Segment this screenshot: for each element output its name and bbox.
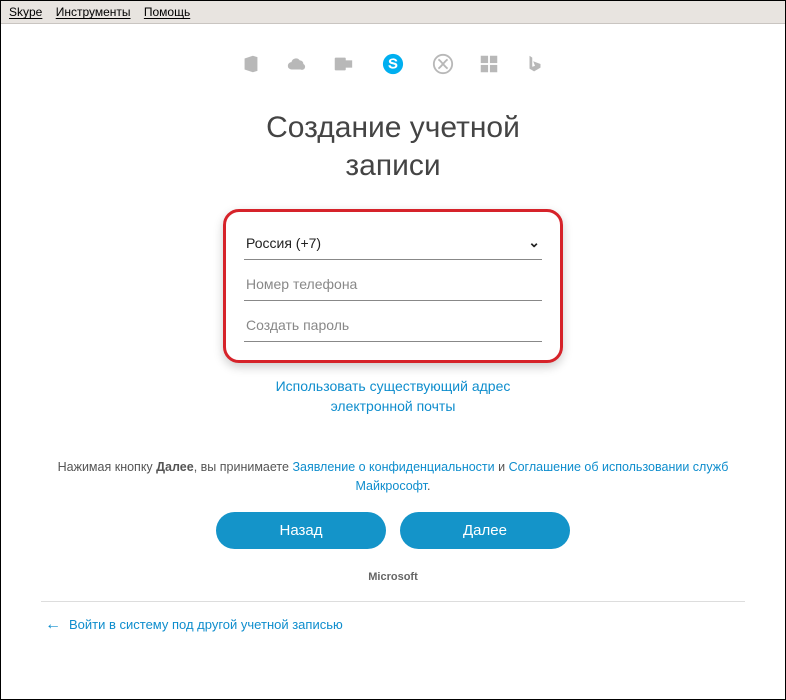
terms-text: Нажимая кнопку Далее, вы принимаете Заяв… xyxy=(41,458,745,496)
windows-icon xyxy=(478,53,500,75)
chevron-down-icon: ⌄ xyxy=(528,234,540,251)
menu-tools[interactable]: Инструменты xyxy=(56,5,131,19)
menu-help[interactable]: Помощь xyxy=(144,5,190,19)
xbox-icon xyxy=(432,53,454,75)
back-button[interactable]: Назад xyxy=(216,512,386,549)
password-field-wrapper xyxy=(244,309,542,342)
next-button[interactable]: Далее xyxy=(400,512,570,549)
menubar: Skype Инструменты Помощь xyxy=(1,1,785,24)
onedrive-icon xyxy=(286,53,308,75)
main-content: Создание учетной записи Россия (+7) ⌄ Ис… xyxy=(1,24,785,698)
microsoft-brand: Microsoft xyxy=(41,571,745,583)
arrow-left-icon: ← xyxy=(45,616,61,634)
menu-skype[interactable]: Skype xyxy=(9,5,42,19)
phone-field-wrapper xyxy=(244,268,542,301)
country-select[interactable]: Россия (+7) ⌄ xyxy=(244,226,542,260)
use-email-link[interactable]: Использовать существующий адрес электрон… xyxy=(41,377,745,416)
service-icons-row xyxy=(41,49,745,79)
switch-account-link[interactable]: ← Войти в систему под другой учетной зап… xyxy=(41,602,745,648)
office-icon xyxy=(240,53,262,75)
button-row: Назад Далее xyxy=(41,512,745,549)
phone-input[interactable] xyxy=(246,276,540,292)
signup-form: Россия (+7) ⌄ xyxy=(223,209,563,363)
password-input[interactable] xyxy=(246,317,540,333)
privacy-link[interactable]: Заявление о конфиденциальности xyxy=(292,460,494,474)
skype-icon xyxy=(378,49,408,79)
country-value: Россия (+7) xyxy=(246,235,321,251)
outlook-icon xyxy=(332,53,354,75)
bing-icon xyxy=(524,53,546,75)
page-title: Создание учетной записи xyxy=(41,109,745,184)
